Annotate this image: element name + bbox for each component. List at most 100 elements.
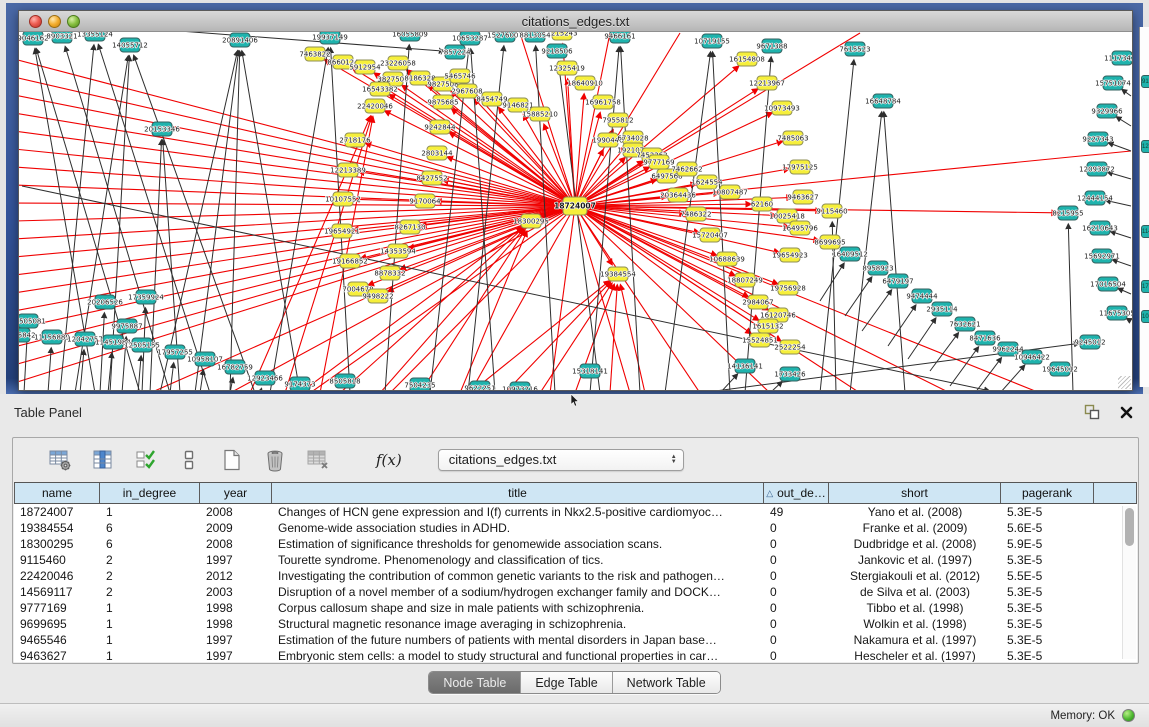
sort-ascending-icon: △	[766, 488, 773, 499]
table-selector-dropdown[interactable]: citations_edges.txt ▲▼	[438, 449, 684, 471]
graph-node-label: 1624554	[691, 179, 723, 187]
column-header-short[interactable]: short	[829, 483, 1001, 503]
graph-node-label: 2935114	[926, 306, 958, 314]
graph-node-label: 5465746	[444, 73, 476, 81]
table-cell: 1	[100, 648, 200, 662]
table-row[interactable]: 946554611997Estimation of the future num…	[14, 632, 1137, 648]
table-cell: Tibbo et al. (1998)	[829, 600, 1001, 616]
graph-edge	[195, 51, 239, 390]
graph-node-label: 7857224	[439, 49, 471, 57]
graph-node-label: 15751074	[1095, 80, 1131, 88]
table-cell: de Silva et al. (2003)	[829, 584, 1001, 600]
table-row[interactable]: 1872400712008Changes of HCN gene express…	[14, 504, 1137, 520]
graph-edge	[888, 305, 916, 346]
table-row[interactable]: 1456911722003Disruption of a novel membe…	[14, 584, 1137, 600]
graph-node-label: 12093872	[1079, 166, 1115, 174]
background-window[interactable]: 912712744114351710310284	[1139, 27, 1149, 387]
scrollbar-thumb[interactable]	[1125, 508, 1134, 546]
select-all-icon[interactable]	[133, 447, 159, 473]
table-cell: 5.3E-5	[1001, 616, 1094, 632]
graph-node-label: 9466161	[604, 33, 635, 41]
graph-node-label: 18724007	[554, 202, 596, 211]
table-row[interactable]: 977716911998Corpus callosum shape and si…	[14, 600, 1137, 616]
network-view-window: citations_edges.txt 22420046271817612213…	[18, 10, 1133, 391]
graph-node-label: 9245012	[1074, 339, 1105, 347]
graph-edge	[884, 112, 905, 390]
table-cell: Yano et al. (2008)	[829, 504, 1001, 520]
panel-close-icon[interactable]	[1117, 403, 1135, 421]
table-cell: 0	[764, 600, 829, 616]
tab-network-table[interactable]: Network Table	[613, 672, 720, 693]
window-controls	[29, 15, 80, 28]
table-cell: 5.9E-5	[1001, 536, 1094, 552]
table-cell: 5.3E-5	[1001, 584, 1094, 600]
graph-edge	[320, 117, 373, 390]
graph-node-label: 11173412	[1104, 55, 1132, 63]
memory-status-icon[interactable]	[1122, 709, 1135, 722]
table-row[interactable]: 946362711997Embryonic stem cells: a mode…	[14, 648, 1137, 662]
graph-edge	[1000, 365, 1025, 390]
graph-node-label: 20891406	[222, 37, 258, 45]
graph-node-label: 9227343	[1082, 136, 1113, 144]
table-row[interactable]: 1938455462009Genome-wide association stu…	[14, 520, 1137, 536]
graph-edge	[385, 111, 575, 206]
function-builder-button[interactable]: f(x)	[376, 451, 402, 469]
graph-node-label: 9170064	[409, 198, 441, 206]
graph-edge	[242, 51, 300, 390]
vertical-scrollbar[interactable]	[1122, 506, 1136, 659]
clear-selection-icon[interactable]	[176, 447, 202, 473]
column-header-pagerank[interactable]: pagerank	[1001, 483, 1094, 503]
column-header-out_de[interactable]: △out_de…	[764, 483, 829, 503]
graph-edge	[930, 333, 958, 371]
table-cell: 9699695	[14, 616, 100, 632]
network-canvas[interactable]: 2242004627181761221338910107552196549211…	[19, 32, 1132, 390]
graph-node-label: 10688639	[709, 256, 745, 264]
table-cell: 0	[764, 520, 829, 536]
column-header-title[interactable]: title	[272, 483, 764, 503]
table-cell: 1998	[200, 616, 272, 632]
graph-node-label: 13355124	[77, 32, 113, 39]
graph-node-label: 16409512	[832, 251, 868, 259]
table-mode-icon[interactable]	[47, 447, 73, 473]
table-cell: Jankovic et al. (1997)	[829, 552, 1001, 568]
graph-node-label: 19756928	[770, 285, 806, 293]
graph-node-label: 9875685	[427, 99, 458, 107]
table-cell: 49	[764, 504, 829, 520]
zoom-window-icon[interactable]	[67, 15, 80, 28]
graph-node-label: 2718176	[339, 137, 371, 145]
tab-edge-table[interactable]: Edge Table	[521, 672, 612, 693]
graph-node-label: 1615132	[752, 323, 783, 331]
graph-node-label: 10973216	[502, 386, 538, 391]
table-cell: 0	[764, 632, 829, 648]
column-header-year[interactable]: year	[200, 483, 272, 503]
table-toolbar: f(x) citations_edges.txt ▲▼	[13, 438, 1138, 481]
column-header-in_degree[interactable]: in_degree	[100, 483, 200, 503]
graph-node-label: 8878332	[374, 270, 405, 278]
delete-columns-icon[interactable]	[262, 447, 288, 473]
table-row[interactable]: 911546021997Tourette syndrome. Phenomeno…	[14, 552, 1137, 568]
graph-node-label: 15524851	[742, 337, 778, 345]
show-columns-icon[interactable]	[90, 447, 116, 473]
table-cell: Estimation of the future numbers of pati…	[272, 632, 764, 648]
table-row[interactable]: 969969511998Structural magnetic resonanc…	[14, 616, 1137, 632]
window-titlebar[interactable]: citations_edges.txt	[19, 11, 1132, 32]
graph-node-label: 7615523	[839, 46, 870, 54]
graph-node-label: 17359924	[128, 294, 164, 302]
graph-node-label: 2967608	[451, 88, 482, 96]
column-header-name[interactable]: name	[14, 483, 100, 503]
resize-grip-icon[interactable]	[1118, 376, 1131, 389]
minimize-window-icon[interactable]	[48, 15, 61, 28]
tab-node-table[interactable]: Node Table	[429, 672, 521, 693]
float-window-icon[interactable]	[1083, 403, 1101, 421]
table-row[interactable]: 1830029562008Estimation of significance …	[14, 536, 1137, 552]
table-cell: 14569117	[14, 584, 100, 600]
graph-node-label: 16120746	[760, 312, 796, 320]
close-window-icon[interactable]	[29, 15, 42, 28]
graph-node-label: 9975887	[111, 323, 142, 331]
graph-node-label: 9622251	[464, 385, 495, 391]
delete-table-icon[interactable]	[305, 447, 331, 473]
table-row[interactable]: 2242004622012Investigating the contribut…	[14, 568, 1137, 584]
new-table-icon[interactable]	[219, 447, 245, 473]
graph-node-label: 7504235	[404, 382, 435, 390]
table-body: 1872400712008Changes of HCN gene express…	[14, 504, 1137, 662]
